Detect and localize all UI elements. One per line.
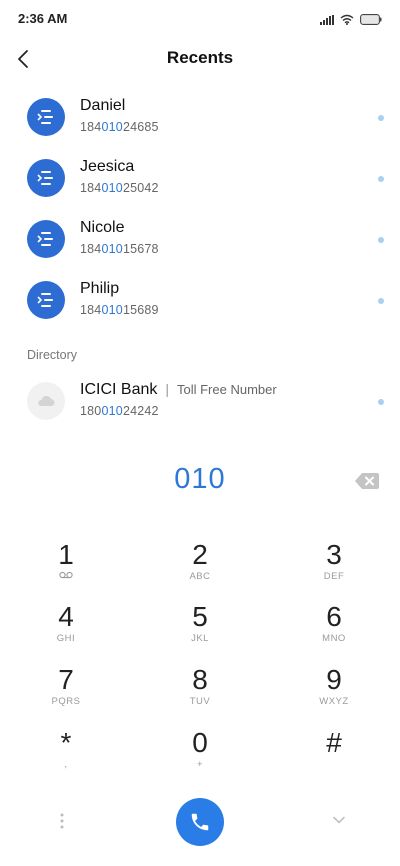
separator: |	[165, 381, 169, 397]
contact-number: 18401025042	[80, 181, 159, 195]
cloud-icon	[38, 395, 55, 406]
call-button[interactable]	[176, 798, 224, 846]
avatar	[27, 382, 65, 420]
contact-name: Daniel	[80, 97, 126, 114]
key-2[interactable]: 2 ABC	[150, 539, 250, 597]
contact-name: Nicole	[80, 219, 125, 236]
page-title: Recents	[166, 48, 234, 67]
contact-number: 18401015689	[80, 303, 159, 317]
dialed-number[interactable]: 010	[0, 463, 400, 496]
contact-name: Jeesica	[80, 158, 135, 175]
status-bar: 2:36 AM	[0, 0, 400, 36]
avatar	[27, 98, 65, 136]
collapse-keypad-button[interactable]	[329, 812, 349, 828]
avatar	[27, 159, 65, 197]
contact-number: 18001024242	[80, 404, 159, 418]
key-6[interactable]: 6 MNO	[284, 601, 384, 659]
contact-icon	[37, 293, 53, 307]
toll-free-tag: Toll Free Number	[177, 382, 277, 397]
key-hash[interactable]: #	[284, 727, 384, 785]
recent-item-jeesica[interactable]: Jeesica 18401025042	[0, 158, 400, 219]
section-label-directory: Directory	[27, 348, 78, 362]
indicator-dot	[378, 176, 384, 182]
avatar	[27, 281, 65, 319]
directory-item-icici-bank[interactable]: ICICI Bank | Toll Free Number 18001024242	[0, 381, 400, 442]
status-icons	[320, 12, 382, 30]
more-options-button[interactable]	[54, 810, 70, 832]
more-vertical-icon	[60, 813, 64, 829]
avatar	[27, 220, 65, 258]
bottom-bar	[0, 796, 400, 852]
key-8[interactable]: 8 TUV	[150, 664, 250, 722]
status-time: 2:36 AM	[18, 11, 68, 26]
indicator-dot	[378, 115, 384, 121]
key-1[interactable]: 1	[16, 539, 116, 597]
contact-name: ICICI Bank | Toll Free Number	[80, 381, 277, 398]
key-7[interactable]: 7 PQRS	[16, 664, 116, 722]
indicator-dot	[378, 399, 384, 405]
indicator-dot	[378, 298, 384, 304]
recent-item-daniel[interactable]: Daniel 18401024685	[0, 97, 400, 158]
key-star[interactable]: * ,	[16, 727, 116, 785]
wifi-icon	[340, 12, 354, 30]
signal-icon	[320, 12, 334, 30]
key-0[interactable]: 0 +	[150, 727, 250, 785]
contact-icon	[37, 232, 53, 246]
contact-icon	[37, 110, 53, 124]
chevron-down-icon	[333, 816, 345, 824]
key-4[interactable]: 4 GHI	[16, 601, 116, 659]
contact-icon	[37, 171, 53, 185]
battery-icon	[360, 12, 382, 30]
indicator-dot	[378, 237, 384, 243]
recent-item-philip[interactable]: Philip 18401015689	[0, 280, 400, 341]
contact-name: Philip	[80, 280, 120, 297]
recent-item-nicole[interactable]: Nicole 18401015678	[0, 219, 400, 280]
backspace-icon	[355, 473, 379, 489]
key-9[interactable]: 9 WXYZ	[284, 664, 384, 722]
contact-number: 18401015678	[80, 242, 159, 256]
key-5[interactable]: 5 JKL	[150, 601, 250, 659]
voicemail-icon	[16, 571, 116, 583]
phone-icon	[191, 813, 209, 831]
backspace-button[interactable]	[354, 472, 380, 490]
header: Recents	[0, 36, 400, 82]
contact-number: 18401024685	[80, 120, 159, 134]
key-3[interactable]: 3 DEF	[284, 539, 384, 597]
